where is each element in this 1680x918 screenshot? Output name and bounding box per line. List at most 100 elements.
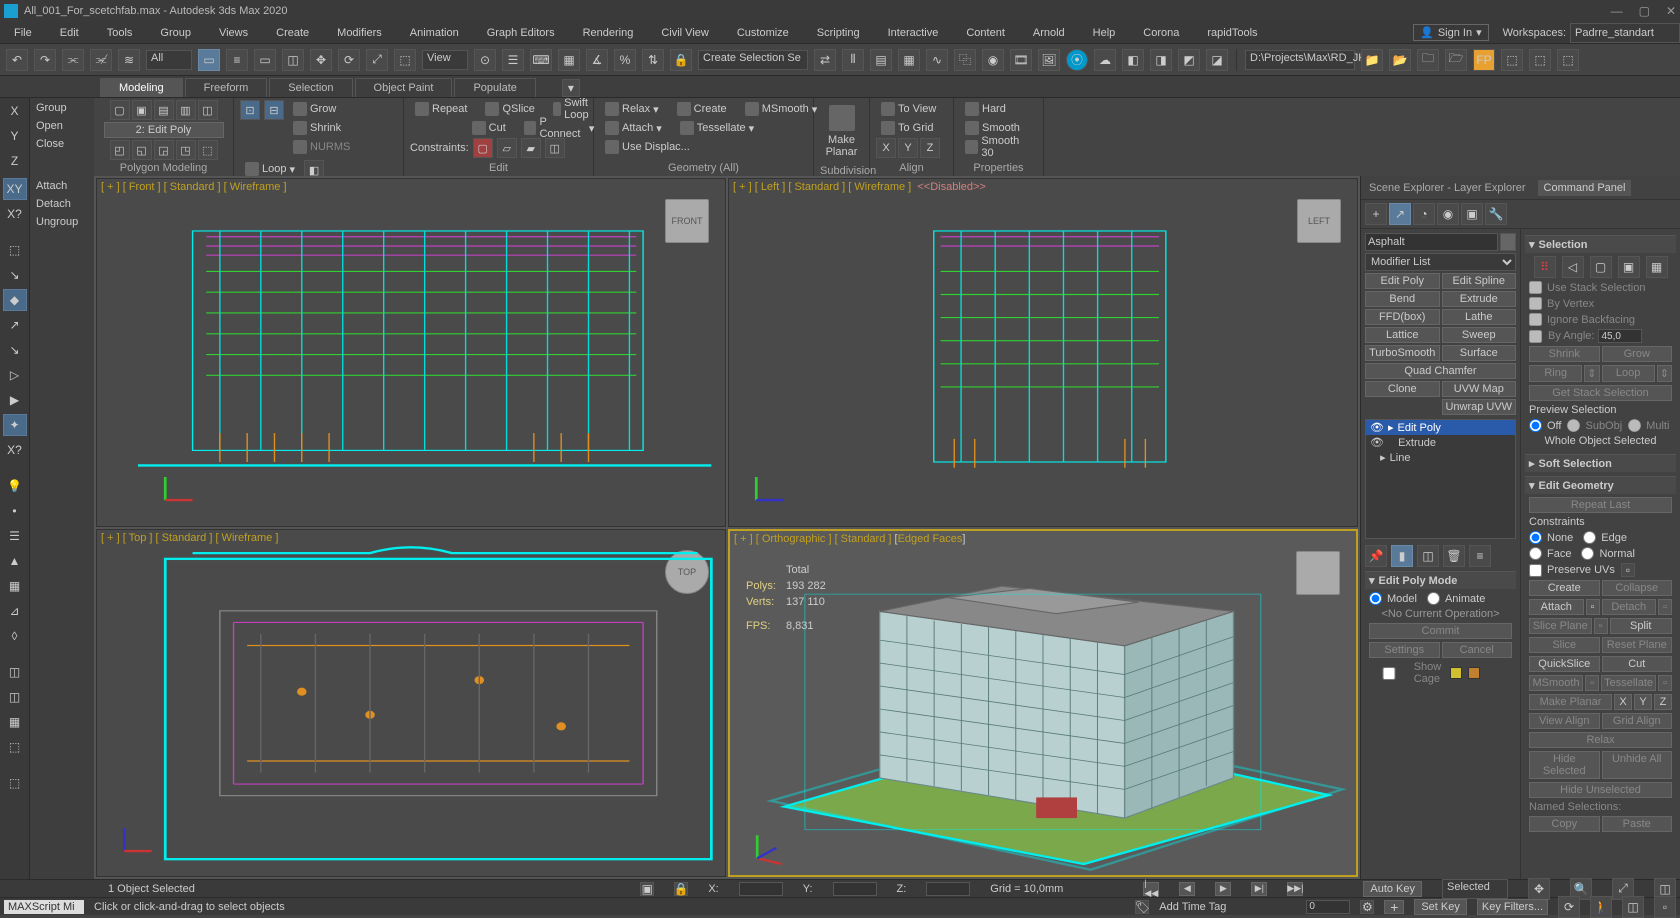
menu-help[interactable]: Help bbox=[1079, 22, 1130, 44]
maxscript-listener[interactable]: MAXScript Mi bbox=[4, 900, 84, 914]
rotate-icon[interactable]: ⟳ bbox=[338, 49, 360, 71]
hierarchy-panel-icon[interactable]: ◔ bbox=[1413, 203, 1435, 225]
isolate-icon[interactable]: ▣ bbox=[640, 882, 654, 896]
render-frame-icon[interactable]: 🖼 bbox=[1038, 49, 1060, 71]
align-z-button[interactable]: Z bbox=[920, 138, 940, 158]
nav-minview-icon[interactable]: ▫ bbox=[1654, 896, 1676, 918]
mod-btn-uvwmap[interactable]: UVW Map bbox=[1442, 381, 1517, 397]
grow-button[interactable]: Grow bbox=[288, 100, 355, 118]
attach-button[interactable]: Attach ▾ bbox=[600, 119, 667, 137]
group-edit[interactable]: Edit bbox=[410, 160, 587, 176]
tool-icon-3[interactable]: ◩ bbox=[1178, 49, 1200, 71]
stack-show-end-icon[interactable]: ▮ bbox=[1391, 545, 1413, 567]
lt-tool-8[interactable]: ✦ bbox=[3, 414, 27, 436]
stack-item-line[interactable]: ▸Line bbox=[1366, 450, 1515, 465]
tab-populate[interactable]: Populate bbox=[454, 78, 535, 97]
align-x-button[interactable]: X bbox=[876, 138, 896, 158]
layers-icon[interactable]: ▤ bbox=[870, 49, 892, 71]
menu-rendering[interactable]: Rendering bbox=[569, 22, 648, 44]
menu-rapidtools[interactable]: rapidTools bbox=[1193, 22, 1271, 44]
menu-group[interactable]: Group bbox=[146, 22, 205, 44]
fp-icon[interactable]: FP bbox=[1473, 49, 1495, 71]
cut-button[interactable]: Cut bbox=[467, 119, 511, 137]
cage-color-1[interactable] bbox=[1450, 667, 1462, 679]
lt-tool-21[interactable]: ⬚ bbox=[3, 772, 27, 794]
lt-tool-2[interactable]: ↘ bbox=[3, 264, 27, 286]
poly-icon-9[interactable]: ◳ bbox=[176, 140, 196, 160]
menu-views[interactable]: Views bbox=[205, 22, 262, 44]
menu-edit[interactable]: Edit bbox=[46, 22, 93, 44]
axis-z-button[interactable]: Z bbox=[3, 150, 27, 172]
menu-grapheditors[interactable]: Graph Editors bbox=[473, 22, 569, 44]
extra-icon-2[interactable]: ⬚ bbox=[1529, 49, 1551, 71]
menu-animation[interactable]: Animation bbox=[396, 22, 473, 44]
spinner-snap-icon[interactable]: ⇅ bbox=[642, 49, 664, 71]
menu-civilview[interactable]: Civil View bbox=[647, 22, 722, 44]
lt-tool-12[interactable]: ☰ bbox=[3, 525, 27, 547]
utilities-panel-icon[interactable]: 🔧 bbox=[1485, 203, 1507, 225]
stack-config-icon[interactable]: ≡ bbox=[1469, 545, 1491, 567]
lt-tool-19[interactable]: ▦ bbox=[3, 711, 27, 733]
eg-split[interactable]: Split bbox=[1610, 618, 1673, 634]
msmooth2-button[interactable]: MSmooth ▾ bbox=[740, 100, 823, 118]
menu-corona[interactable]: Corona bbox=[1129, 22, 1193, 44]
pivot-icon[interactable]: ⊙ bbox=[474, 49, 496, 71]
move-icon[interactable]: ✥ bbox=[310, 49, 332, 71]
eg-attach-opt[interactable]: ▫ bbox=[1586, 599, 1600, 615]
curve-editor-icon[interactable]: ∿ bbox=[926, 49, 948, 71]
constr-none-icon[interactable]: ▢ bbox=[473, 138, 493, 158]
maximize-icon[interactable]: ▢ bbox=[1639, 4, 1650, 18]
coord-x-input[interactable] bbox=[739, 882, 783, 896]
eg-cut[interactable]: Cut bbox=[1602, 656, 1673, 672]
poly-icon-8[interactable]: ◲ bbox=[154, 140, 174, 160]
mod-btn-editpoly[interactable]: Edit Poly bbox=[1365, 273, 1440, 289]
poly-icon-3[interactable]: ▤ bbox=[154, 100, 174, 120]
viewport-top-label[interactable]: [ + ] [ Top ] [ Standard ] [ Wireframe ] bbox=[101, 532, 278, 544]
subobj-element[interactable]: ▦ bbox=[1646, 256, 1668, 278]
toggle-ribbon-icon[interactable]: ▦ bbox=[898, 49, 920, 71]
radio-edge[interactable]: Edge bbox=[1583, 531, 1627, 544]
radio-none[interactable]: None bbox=[1529, 531, 1573, 544]
subobj-poly[interactable]: ▣ bbox=[1618, 256, 1640, 278]
align-icon[interactable]: ⫴ bbox=[842, 49, 864, 71]
menu-customize[interactable]: Customize bbox=[723, 22, 803, 44]
project-icon-3[interactable]: 🗀 bbox=[1417, 49, 1439, 71]
mod-btn-quadchamfer[interactable]: Quad Chamfer bbox=[1365, 363, 1516, 379]
set-key-big[interactable]: + bbox=[1384, 900, 1404, 914]
poly-icon-1[interactable]: ▢ bbox=[110, 100, 130, 120]
lt-tool-11[interactable]: • bbox=[3, 500, 27, 522]
lt-tool-6[interactable]: ▷ bbox=[3, 364, 27, 386]
menu-create[interactable]: Create bbox=[262, 22, 323, 44]
eg-quickslice[interactable]: QuickSlice bbox=[1529, 656, 1600, 672]
stack-item-editpoly[interactable]: 👁▸Edit Poly bbox=[1366, 420, 1515, 435]
lt-tool-20[interactable]: ⬚ bbox=[3, 736, 27, 758]
snap-icon[interactable]: ▦ bbox=[558, 49, 580, 71]
eg-x[interactable]: X bbox=[1614, 694, 1632, 710]
axis-x-button[interactable]: X bbox=[3, 100, 27, 122]
menu-content[interactable]: Content bbox=[952, 22, 1019, 44]
set-key-button[interactable]: Set Key bbox=[1414, 899, 1467, 915]
percent-snap-icon[interactable]: % bbox=[614, 49, 636, 71]
poly-icon-7[interactable]: ◱ bbox=[132, 140, 152, 160]
axis-y-button[interactable]: Y bbox=[3, 125, 27, 147]
nav-orbit-icon[interactable]: ⟳ bbox=[1558, 896, 1580, 918]
group-align[interactable]: Align bbox=[876, 160, 947, 176]
selection-rollup[interactable]: ▾ Selection bbox=[1525, 236, 1676, 253]
display-panel-icon[interactable]: ▣ bbox=[1461, 203, 1483, 225]
nav-walk-icon[interactable]: 🚶 bbox=[1590, 896, 1612, 918]
lt-tool-17[interactable]: ◫ bbox=[3, 661, 27, 683]
lt-tool-1[interactable]: ⬚ bbox=[3, 239, 27, 261]
mirror-icon[interactable]: ⇄ bbox=[814, 49, 836, 71]
stack-unique-icon[interactable]: ◫ bbox=[1417, 545, 1439, 567]
named-sets[interactable]: Create Selection Se bbox=[698, 50, 808, 70]
mod-btn-lathe[interactable]: Lathe bbox=[1442, 309, 1517, 325]
lt-tool-5[interactable]: ↘ bbox=[3, 339, 27, 361]
eg-y[interactable]: Y bbox=[1634, 694, 1652, 710]
shrink-button[interactable]: Shrink bbox=[288, 119, 355, 137]
edit-geom-rollup[interactable]: ▾ Edit Geometry bbox=[1525, 477, 1676, 494]
qslice-button[interactable]: QSlice bbox=[480, 100, 539, 118]
smooth30-button[interactable]: Smooth 30 bbox=[960, 138, 1037, 156]
play-prev-key[interactable]: |◀◀ bbox=[1143, 882, 1159, 896]
modifier-list-dropdown[interactable]: Modifier List bbox=[1365, 253, 1516, 271]
constr-face-icon[interactable]: ▰ bbox=[521, 138, 541, 158]
